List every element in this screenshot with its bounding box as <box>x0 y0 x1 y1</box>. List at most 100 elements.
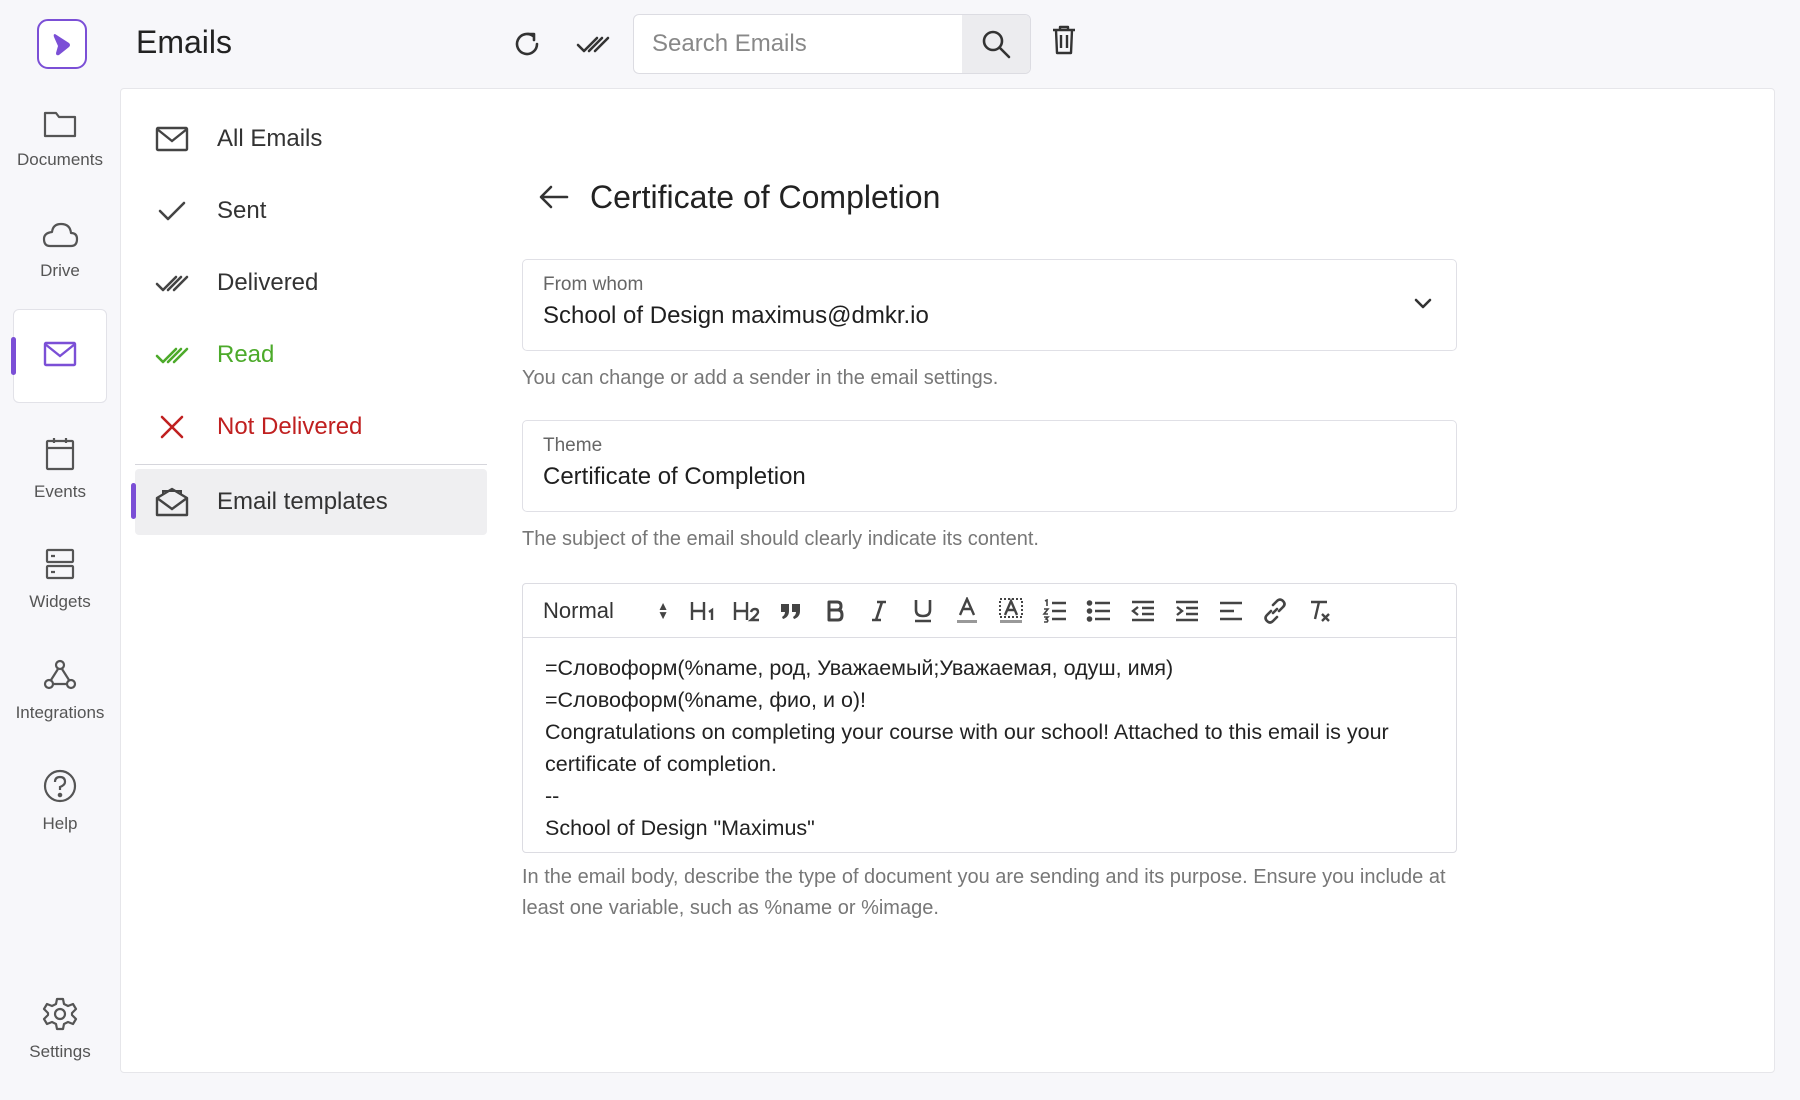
folder-list: All Emails Sent Delivered Read Not Deliv… <box>131 103 487 535</box>
folder-sent[interactable]: Sent <box>135 175 487 247</box>
widgets-icon <box>45 548 75 580</box>
bullet-list-button[interactable] <box>1077 591 1121 631</box>
search-button[interactable] <box>962 15 1030 73</box>
rail-item-drive[interactable]: Drive <box>0 203 120 297</box>
left-rail: Documents Drive Events Widgets Integrati… <box>0 0 120 1100</box>
from-value: School of Design maximus@dmkr.io <box>543 302 929 329</box>
text-color-icon <box>957 596 977 623</box>
search-box <box>633 14 1031 74</box>
search-input[interactable] <box>634 15 962 73</box>
arrow-left-icon <box>539 185 569 209</box>
refresh-button[interactable] <box>507 24 547 64</box>
theme-value: Certificate of Completion <box>543 463 806 490</box>
indent-button[interactable] <box>1165 591 1209 631</box>
folder-not-delivered[interactable]: Not Delivered <box>135 391 487 463</box>
outdent-button[interactable] <box>1121 591 1165 631</box>
underline-button[interactable] <box>901 591 945 631</box>
rich-text-editor: Normal ▲ ▼ =Словоформ(%name, род, Уважае… <box>522 583 1457 853</box>
webhook-icon <box>43 659 77 690</box>
h2-icon <box>733 601 760 621</box>
clear-format-icon <box>1311 600 1330 622</box>
italic-icon <box>872 600 886 621</box>
select-arrows-icon: ▲ ▼ <box>657 598 669 622</box>
selected-indicator <box>131 483 136 519</box>
rail-item-widgets[interactable]: Widgets <box>0 530 120 624</box>
calendar-icon <box>45 438 75 471</box>
rail-label-documents: Documents <box>17 150 103 169</box>
bullet-list-icon <box>1086 599 1110 622</box>
folder-label: All Emails <box>217 125 323 152</box>
align-button[interactable] <box>1209 591 1253 631</box>
help-icon <box>43 769 77 803</box>
rail-item-emails[interactable] <box>0 309 120 403</box>
folder-label: Email templates <box>217 488 388 515</box>
heading1-button[interactable] <box>681 591 725 631</box>
indent-icon <box>1176 600 1198 621</box>
folder-label: Delivered <box>217 269 319 296</box>
envelope-icon <box>155 126 189 152</box>
rail-item-events[interactable]: Events <box>0 420 120 514</box>
rail-label-integrations: Integrations <box>15 703 105 722</box>
theme-label: Theme <box>543 435 603 456</box>
open-envelope-icon <box>155 487 189 517</box>
rail-label-help: Help <box>42 814 78 833</box>
editor-toolbar: Normal ▲ ▼ <box>523 584 1456 638</box>
folder-label: Sent <box>217 197 267 224</box>
check-icon <box>158 201 186 221</box>
folder-email-templates[interactable]: Email templates <box>131 469 487 535</box>
link-icon <box>1264 597 1286 624</box>
format-select[interactable]: Normal ▲ ▼ <box>543 598 681 624</box>
delete-button[interactable] <box>1044 20 1084 60</box>
chevron-down-icon[interactable] <box>1412 292 1434 314</box>
highlight-button[interactable] <box>989 591 1033 631</box>
link-button[interactable] <box>1253 591 1297 631</box>
email-body-editor[interactable]: =Словоформ(%name, род, Уважаемый;Уважаем… <box>523 638 1456 852</box>
mark-all-read-button[interactable] <box>573 24 613 64</box>
folder-divider <box>135 464 487 465</box>
quote-icon <box>781 603 800 619</box>
theme-field[interactable]: Theme Certificate of Completion <box>522 420 1457 512</box>
folder-label: Read <box>217 341 275 368</box>
from-field[interactable]: From whom School of Design maximus@dmkr.… <box>522 259 1457 351</box>
app-title: Emails <box>136 24 233 60</box>
body-line: =Словоформ(%name, фио, и о)! <box>545 688 867 712</box>
template-title: Certificate of Completion <box>590 178 941 215</box>
body-hint: In the email body, describe the type of … <box>522 866 1446 919</box>
rail-label-events: Events <box>34 482 86 501</box>
from-label: From whom <box>543 274 644 295</box>
back-button[interactable] <box>534 177 574 217</box>
body-line: =Словоформ(%name, род, Уважаемый;Уважаем… <box>545 656 1174 680</box>
body-line: Congratulations on completing your cours… <box>545 720 1389 776</box>
folder-label: Not Delivered <box>217 413 363 440</box>
folder-delivered[interactable]: Delivered <box>135 247 487 319</box>
rail-item-help[interactable]: Help <box>0 752 120 846</box>
italic-button[interactable] <box>857 591 901 631</box>
rail-label-settings: Settings <box>29 1042 91 1061</box>
main-panel: All Emails Sent Delivered Read Not Deliv… <box>120 88 1775 1073</box>
refresh-icon <box>515 32 539 56</box>
clear-format-button[interactable] <box>1297 591 1341 631</box>
folder-read[interactable]: Read <box>135 319 487 391</box>
rail-item-documents[interactable]: Documents <box>0 92 120 186</box>
app-logo[interactable] <box>37 19 87 69</box>
outdent-icon <box>1131 600 1154 621</box>
rail-item-settings[interactable]: Settings <box>0 980 120 1074</box>
body-line: School of Design "Maximus" <box>545 816 815 840</box>
cloud-icon <box>42 222 79 248</box>
ordered-list-button[interactable] <box>1033 591 1077 631</box>
rail-item-integrations[interactable]: Integrations <box>0 641 120 735</box>
double-check-green-icon <box>155 347 189 364</box>
from-hint: You can change or add a sender in the em… <box>522 367 999 389</box>
underline-icon <box>914 599 932 622</box>
gear-icon <box>42 997 78 1031</box>
bold-button[interactable] <box>813 591 857 631</box>
search-icon <box>982 30 1011 59</box>
rail-label-widgets: Widgets <box>29 592 91 611</box>
text-color-button[interactable] <box>945 591 989 631</box>
blockquote-button[interactable] <box>769 591 813 631</box>
double-check-icon <box>155 275 189 292</box>
heading2-button[interactable] <box>725 591 769 631</box>
mail-icon <box>43 341 77 367</box>
folder-all-emails[interactable]: All Emails <box>135 103 487 175</box>
rail-active-indicator <box>11 337 16 375</box>
